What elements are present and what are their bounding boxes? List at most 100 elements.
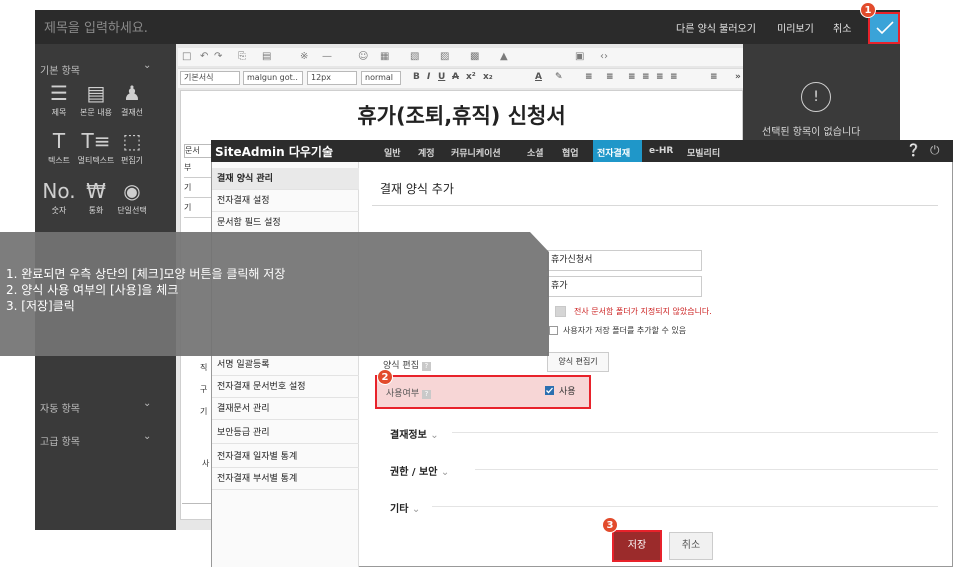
user-folder-checkbox[interactable]	[549, 326, 558, 335]
menu-general[interactable]: 일반	[384, 146, 401, 159]
palette-item-label: 숫자	[51, 206, 67, 215]
cancel-button[interactable]: 취소	[669, 532, 713, 560]
doc-table-cell: 사	[202, 459, 210, 468]
style-select[interactable]: 기본서식	[180, 71, 240, 85]
sidebar-item-signature-bulk[interactable]: 서명 일괄등록	[212, 354, 359, 376]
form-editor-button[interactable]: 양식 편집기	[547, 352, 609, 372]
highlight-icon[interactable]: ✎	[555, 72, 563, 82]
palette-item-label: 멀티텍스트	[77, 156, 115, 165]
emoji-icon[interactable]: ☺	[358, 51, 368, 62]
list-icon[interactable]: ≡	[585, 72, 593, 82]
advanced-items-section[interactable]: 고급 항목	[40, 433, 80, 448]
usage-label: 사용여부 ?	[386, 386, 431, 399]
auto-items-section[interactable]: 자동 항목	[40, 400, 80, 415]
align-left-icon[interactable]: ≡	[628, 72, 636, 82]
numbered-list-icon[interactable]: ≡	[606, 72, 614, 82]
sidebar-item-dept-stats[interactable]: 전자결재 부서별 통계	[212, 468, 359, 490]
subscript-icon[interactable]: x₂	[483, 72, 493, 82]
divider	[452, 432, 938, 433]
save-button[interactable]: 저장	[612, 530, 662, 562]
sidebar-item-security-level[interactable]: 보안등급 관리	[212, 422, 359, 444]
font-weight-select[interactable]: normal	[361, 71, 401, 85]
cell-merge-icon[interactable]: ▨	[440, 51, 449, 62]
section-approval-info[interactable]: 결재정보 ⌄	[390, 426, 439, 441]
help-icon[interactable]: ?	[421, 362, 431, 371]
chevron-down-icon[interactable]: ⌄	[143, 60, 151, 71]
step-badge-2: 2	[377, 369, 393, 385]
sidebar-item-form-management[interactable]: 결재 양식 관리	[212, 168, 359, 190]
more-tools-icon[interactable]: »	[735, 72, 741, 82]
special-char-icon[interactable]: ※	[300, 51, 308, 62]
bold-icon[interactable]: B	[413, 72, 420, 82]
sidebar-item-doc-management[interactable]: 결재문서 관리	[212, 398, 359, 420]
instruction-step-3: 3. [저장]클릭	[6, 299, 75, 313]
palette-item-label: 통화	[88, 206, 104, 215]
load-other-form-link[interactable]: 다른 양식 불러오기	[676, 20, 756, 35]
chevron-down-icon: ⌄	[411, 504, 421, 515]
form-name-field[interactable]: 휴가신청서	[547, 250, 702, 271]
justify-icon[interactable]: ≡	[670, 72, 678, 82]
strikethrough-icon[interactable]: A	[452, 72, 459, 82]
usage-label-text: 사용여부	[386, 389, 420, 399]
html-source-icon[interactable]: ‹›	[600, 51, 608, 62]
menu-social[interactable]: 소셜	[527, 146, 544, 159]
help-icon[interactable]: ❔	[906, 143, 921, 157]
instruction-step-2: 2. 양식 사용 여부의 [사용]을 체크	[6, 283, 179, 297]
doc-table-cell: 기	[184, 182, 212, 198]
section-permission-security[interactable]: 권한 / 보안 ⌄	[390, 463, 449, 478]
menu-ehr[interactable]: e-HR	[649, 146, 673, 156]
underline-icon[interactable]: U	[438, 72, 445, 82]
cancel-link[interactable]: 취소	[833, 20, 851, 35]
image-icon[interactable]: ▣	[575, 51, 584, 62]
italic-icon[interactable]: I	[427, 72, 430, 82]
font-size-select[interactable]: 12px	[307, 71, 357, 85]
align-center-icon[interactable]: ≡	[642, 72, 650, 82]
align-right-icon[interactable]: ≡	[656, 72, 664, 82]
form-title-input[interactable]: 제목을 입력하세요.	[44, 17, 148, 36]
basic-items-section[interactable]: 기본 항목	[40, 62, 80, 77]
power-icon[interactable]: ⏻	[930, 143, 940, 158]
table-icon[interactable]: ▦	[380, 51, 389, 62]
section-title: 기타	[390, 504, 409, 515]
menu-collaboration[interactable]: 협업	[562, 146, 579, 159]
chevron-down-icon[interactable]: ⌄	[143, 398, 151, 409]
fill-color-icon[interactable]: ▲	[500, 51, 508, 62]
menu-communication[interactable]: 커뮤니케이션	[451, 146, 501, 159]
page-title: 결재 양식 추가	[380, 182, 454, 196]
sidebar-item-approval-settings[interactable]: 전자결재 설정	[212, 190, 359, 212]
menu-mobility[interactable]: 모빌리티	[687, 146, 720, 159]
paste-icon[interactable]: ▤	[262, 51, 271, 62]
sidebar-item-doc-number[interactable]: 전자결재 문서번호 설정	[212, 376, 359, 398]
menu-approval[interactable]: 전자결재	[597, 146, 630, 159]
preview-link[interactable]: 미리보기	[777, 20, 814, 35]
palette-item-radio[interactable]: ◉ 단일선택	[110, 180, 154, 216]
form-alias-field[interactable]: 휴가	[547, 276, 702, 297]
save-check-button[interactable]	[868, 12, 900, 44]
horizontal-line-icon[interactable]: —	[322, 51, 332, 62]
undo-icon[interactable]: ↶	[200, 51, 208, 62]
step-badge-3: 3	[602, 517, 618, 533]
doc-table-cell: 문서	[184, 144, 212, 158]
redo-icon[interactable]: ↷	[214, 51, 222, 62]
new-doc-icon[interactable]: □	[182, 51, 191, 62]
help-icon[interactable]: ?	[422, 390, 431, 399]
usage-checkbox[interactable]	[545, 386, 554, 395]
sidebar-item-daily-stats[interactable]: 전자결재 일자별 통계	[212, 446, 359, 468]
line-height-icon[interactable]: ≡	[710, 72, 718, 82]
doc-table-cell: 기	[200, 407, 208, 416]
copy-icon[interactable]: ⎘	[238, 51, 246, 62]
chevron-down-icon[interactable]: ⌄	[143, 431, 151, 442]
superscript-icon[interactable]: x²	[466, 72, 476, 82]
palette-item-approver[interactable]: ♟ 결재선	[110, 82, 154, 118]
editor-icon: ⬚	[122, 129, 142, 153]
font-color-icon[interactable]: A	[535, 72, 542, 82]
sidebar-item-box-field-settings[interactable]: 문서함 필드 설정	[212, 212, 359, 234]
palette-item-editor[interactable]: ⬚ 편집기	[110, 130, 154, 166]
section-etc[interactable]: 기타 ⌄	[390, 500, 420, 515]
table-edit-icon[interactable]: ▧	[410, 51, 419, 62]
usage-option-label: 사용	[559, 387, 576, 397]
font-select[interactable]: malgun got..	[243, 71, 303, 85]
cell-split-icon[interactable]: ▩	[470, 51, 479, 62]
menu-account[interactable]: 계정	[418, 146, 435, 159]
doc-table-line	[182, 503, 212, 504]
